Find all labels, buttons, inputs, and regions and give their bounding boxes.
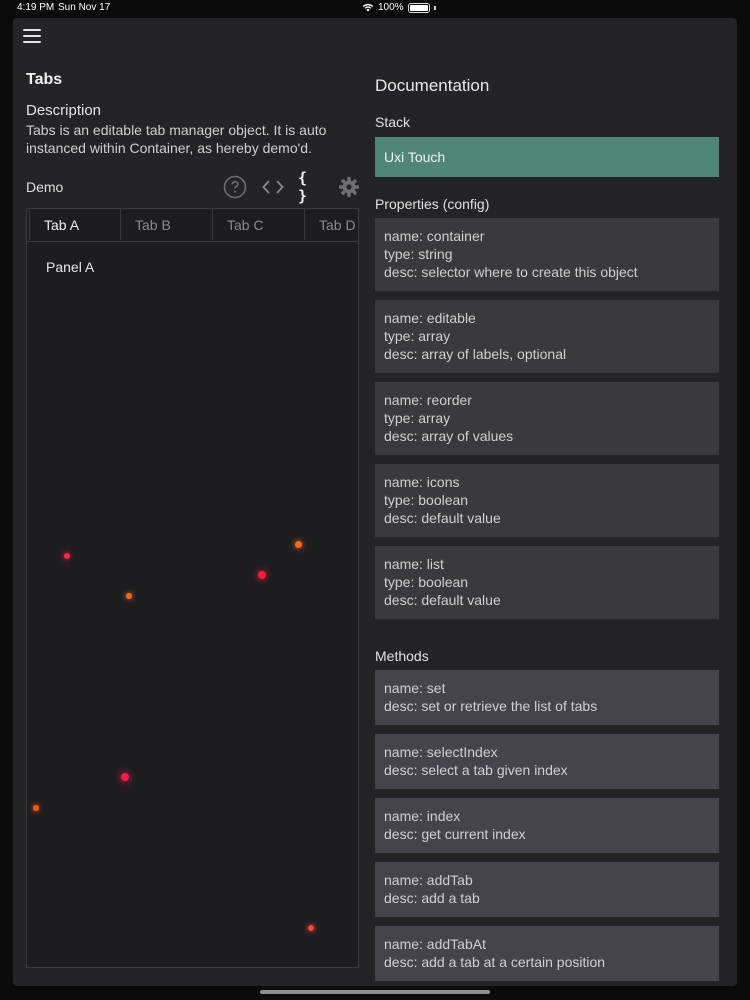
page-title: Tabs xyxy=(26,71,63,88)
methods-heading: Methods xyxy=(375,648,429,664)
braces-icon[interactable]: { } xyxy=(298,169,324,205)
code-icon[interactable] xyxy=(260,174,286,200)
particle-dot xyxy=(308,925,314,931)
demo-container: Tab A Tab B Tab C Tab D Panel A xyxy=(26,208,359,968)
wifi-icon xyxy=(362,3,374,12)
method-card: name: index desc: get current index xyxy=(375,798,719,853)
particle-dot xyxy=(64,553,70,559)
demo-toolbar: { } xyxy=(222,169,362,205)
property-card: name: list type: boolean desc: default v… xyxy=(375,546,719,619)
property-type: type: array xyxy=(384,410,451,426)
battery-icon xyxy=(407,2,430,13)
method-name: name: addTab xyxy=(384,872,473,888)
property-card: name: editable type: array desc: array o… xyxy=(375,300,719,373)
property-card: name: reorder type: array desc: array of… xyxy=(375,382,719,455)
particle-dot xyxy=(33,805,39,811)
property-type: type: string xyxy=(384,246,453,262)
method-card: name: addTabAt desc: add a tab at a cert… xyxy=(375,926,719,981)
tab-d[interactable]: Tab D xyxy=(305,209,358,240)
demo-label: Demo xyxy=(26,179,64,195)
tab-a[interactable]: Tab A xyxy=(29,209,121,240)
status-date: Sun Nov 17 xyxy=(58,2,111,13)
description-text: Tabs is an editable tab manager object. … xyxy=(26,122,327,156)
method-desc: desc: get current index xyxy=(384,826,526,842)
property-type: type: array xyxy=(384,328,451,344)
property-name: name: list xyxy=(384,556,444,572)
method-name: name: selectIndex xyxy=(384,744,498,760)
status-time: 4:19 PM xyxy=(17,2,55,13)
tab-strip: Tab A Tab B Tab C Tab D xyxy=(27,209,358,242)
method-card: name: addTab desc: add a tab xyxy=(375,862,719,917)
stack-value: Uxi Touch xyxy=(375,137,719,177)
method-card: name: selectIndex desc: select a tab giv… xyxy=(375,734,719,789)
properties-heading: Properties (config) xyxy=(375,196,490,212)
method-desc: desc: add a tab xyxy=(384,890,480,906)
particle-dot xyxy=(126,593,132,599)
method-name: name: set xyxy=(384,680,446,696)
description-heading: Description xyxy=(26,102,102,119)
stack-heading: Stack xyxy=(375,114,411,130)
property-desc: desc: selector where to create this obje… xyxy=(384,264,638,280)
property-name: name: container xyxy=(384,228,485,244)
panel-label: Panel A xyxy=(46,259,95,275)
documentation-title: Documentation xyxy=(375,76,490,95)
property-name: name: reorder xyxy=(384,392,472,408)
particle-dot xyxy=(295,541,302,548)
method-desc: desc: set or retrieve the list of tabs xyxy=(384,698,598,714)
status-bar: 4:19 PM Sun Nov 17 100% xyxy=(0,0,750,16)
particle-dot xyxy=(258,571,266,579)
property-type: type: boolean xyxy=(384,574,469,590)
particle-dot xyxy=(121,773,129,781)
property-name: name: editable xyxy=(384,310,476,326)
method-name: name: index xyxy=(384,808,461,824)
tab-c[interactable]: Tab C xyxy=(213,209,305,240)
status-right: 100% xyxy=(362,2,706,13)
property-name: name: icons xyxy=(384,474,460,490)
home-indicator[interactable] xyxy=(260,990,490,994)
property-card: name: container type: string desc: selec… xyxy=(375,218,719,291)
tab-b[interactable]: Tab B xyxy=(121,209,213,240)
method-card: name: set desc: set or retrieve the list… xyxy=(375,670,719,725)
method-name: name: addTabAt xyxy=(384,936,486,952)
property-type: type: boolean xyxy=(384,492,469,508)
battery-percent: 100% xyxy=(378,2,404,13)
help-circle-icon[interactable] xyxy=(222,174,248,200)
property-desc: desc: default value xyxy=(384,510,501,526)
property-desc: desc: array of values xyxy=(384,428,514,444)
app-window: Tabs Description Tabs is an editable tab… xyxy=(13,18,737,986)
gear-icon[interactable] xyxy=(336,174,362,200)
property-card: name: icons type: boolean desc: default … xyxy=(375,464,719,537)
battery-tip xyxy=(433,5,436,10)
method-desc: desc: add a tab at a certain position xyxy=(384,954,606,970)
method-desc: desc: select a tab given index xyxy=(384,762,568,778)
property-desc: desc: array of labels, optional xyxy=(384,346,567,362)
hamburger-menu-icon[interactable] xyxy=(23,29,41,43)
property-desc: desc: default value xyxy=(384,592,501,608)
